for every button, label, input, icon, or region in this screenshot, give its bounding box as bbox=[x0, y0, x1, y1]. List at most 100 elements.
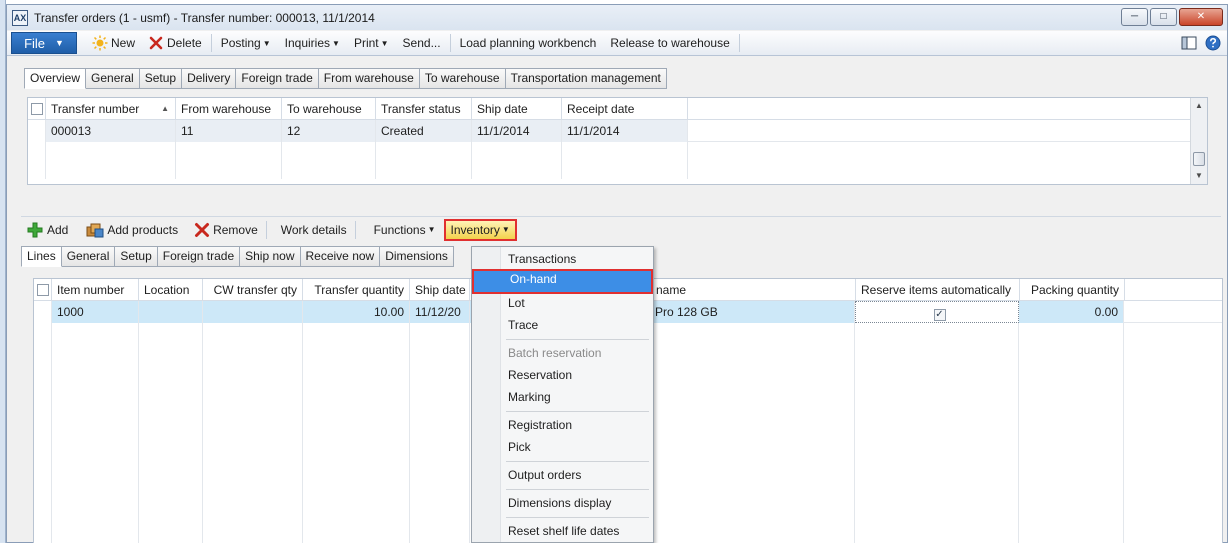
tab-delivery[interactable]: Delivery bbox=[182, 68, 237, 89]
tab-to-warehouse[interactable]: To warehouse bbox=[419, 68, 506, 89]
col-ship-date[interactable]: Ship date bbox=[410, 279, 470, 301]
cell-cw-transfer-qty[interactable] bbox=[203, 301, 303, 323]
menu-item-reset-shelf-life-dates[interactable]: Reset shelf life dates bbox=[502, 521, 652, 542]
cell-to-warehouse[interactable]: 12 bbox=[282, 120, 376, 142]
row-selector[interactable] bbox=[34, 301, 52, 323]
delete-button[interactable]: Delete bbox=[142, 32, 209, 54]
col-product-name[interactable]: name bbox=[647, 279, 856, 301]
col-packing-quantity[interactable]: Packing quantity bbox=[1020, 279, 1125, 301]
work-details-button[interactable]: Work details bbox=[275, 219, 353, 241]
table-row[interactable]: 000013 11 12 Created 11/1/2014 11/1/2014 bbox=[28, 120, 1207, 142]
header-grid-scrollbar[interactable]: ▲ ▼ bbox=[1190, 98, 1207, 184]
help-icon[interactable] bbox=[1205, 35, 1221, 51]
red-x-icon bbox=[149, 36, 163, 50]
add-line-button[interactable]: Add bbox=[21, 219, 74, 241]
menu-item-dimensions-display[interactable]: Dimensions display bbox=[502, 493, 652, 514]
tab-lines[interactable]: Lines bbox=[21, 246, 62, 267]
select-all-lines-checkbox[interactable] bbox=[34, 279, 52, 301]
tab-dimensions[interactable]: Dimensions bbox=[380, 246, 454, 267]
col-item-number[interactable]: Item number bbox=[52, 279, 139, 301]
col-transfer-number[interactable]: Transfer number ▲ bbox=[46, 98, 176, 120]
posting-menu[interactable]: Posting ▼ bbox=[214, 32, 278, 54]
send-button[interactable]: Send... bbox=[396, 32, 448, 54]
tab-transportation-management[interactable]: Transportation management bbox=[505, 68, 667, 89]
file-menu-button[interactable]: File ▼ bbox=[11, 32, 77, 54]
select-all-checkbox[interactable] bbox=[28, 98, 46, 120]
add-products-button[interactable]: Add products bbox=[80, 219, 184, 241]
cell-receipt-date[interactable]: 11/1/2014 bbox=[562, 120, 688, 142]
col-receipt-date[interactable]: Receipt date bbox=[562, 98, 688, 120]
cell-packing-quantity[interactable]: 0.00 bbox=[1019, 301, 1124, 323]
sun-star-icon bbox=[92, 35, 108, 51]
cell-transfer-number[interactable]: 000013 bbox=[46, 120, 176, 142]
col-ship-date[interactable]: Ship date bbox=[472, 98, 562, 120]
inventory-menu-button[interactable]: Inventory ▼ bbox=[443, 218, 517, 241]
separator bbox=[449, 34, 451, 52]
col-location[interactable]: Location bbox=[139, 279, 203, 301]
inquiries-menu[interactable]: Inquiries ▼ bbox=[278, 32, 347, 54]
menu-item-transactions[interactable]: Transactions bbox=[502, 249, 652, 270]
col-to-warehouse[interactable]: To warehouse bbox=[282, 98, 376, 120]
tab-foreign-trade[interactable]: Foreign trade bbox=[236, 68, 319, 89]
tab-ship-now[interactable]: Ship now bbox=[240, 246, 301, 267]
lines-toolbar: Add Add products Remove Work details Fun… bbox=[21, 216, 1221, 242]
menu-item-pick[interactable]: Pick bbox=[502, 437, 652, 458]
col-cw-transfer-qty[interactable]: CW transfer qty bbox=[203, 279, 303, 301]
remove-line-button[interactable]: Remove bbox=[188, 219, 264, 241]
cell-ship-date[interactable]: 11/12/20 bbox=[410, 301, 470, 323]
tab-setup[interactable]: Setup bbox=[139, 68, 183, 89]
maximize-button[interactable]: □ bbox=[1150, 8, 1177, 26]
menu-item-marking[interactable]: Marking bbox=[502, 387, 652, 408]
menu-item-on-hand[interactable]: On-hand bbox=[472, 269, 653, 294]
menu-separator bbox=[506, 489, 649, 490]
cell-from-warehouse[interactable]: 11 bbox=[176, 120, 282, 142]
tab-lines-foreign-trade[interactable]: Foreign trade bbox=[157, 246, 241, 267]
col-transfer-quantity[interactable]: Transfer quantity bbox=[303, 279, 410, 301]
tab-overview[interactable]: Overview bbox=[24, 68, 87, 89]
menu-item-lot[interactable]: Lot bbox=[502, 293, 652, 314]
cell-location[interactable] bbox=[139, 301, 203, 323]
new-label: New bbox=[111, 36, 136, 50]
transfer-orders-window: AX Transfer orders (1 - usmf) - Transfer… bbox=[6, 4, 1228, 543]
col-transfer-status[interactable]: Transfer status bbox=[376, 98, 472, 120]
tab-receive-now[interactable]: Receive now bbox=[300, 246, 381, 267]
menu-item-output-orders[interactable]: Output orders bbox=[502, 465, 652, 486]
tab-lines-general[interactable]: General bbox=[61, 246, 116, 267]
new-button[interactable]: New bbox=[85, 32, 142, 54]
cell-reserve-items-automatically[interactable]: ✓ bbox=[855, 301, 1019, 323]
cell-ship-date[interactable]: 11/1/2014 bbox=[472, 120, 562, 142]
scroll-thumb[interactable] bbox=[1193, 152, 1205, 166]
menu-item-registration[interactable]: Registration bbox=[502, 415, 652, 436]
reserve-checkbox[interactable]: ✓ bbox=[933, 309, 946, 321]
work-details-label: Work details bbox=[280, 222, 347, 237]
window-title: Transfer orders (1 - usmf) - Transfer nu… bbox=[34, 10, 375, 25]
functions-menu[interactable]: Functions ▼ bbox=[368, 219, 442, 241]
close-button[interactable]: ✕ bbox=[1179, 8, 1223, 26]
products-icon bbox=[86, 223, 104, 237]
inquiries-label: Inquiries bbox=[284, 36, 331, 50]
cell-product-name[interactable]: Pro 128 GB bbox=[646, 301, 855, 323]
print-menu[interactable]: Print ▼ bbox=[347, 32, 396, 54]
layout-icon[interactable] bbox=[1181, 35, 1197, 51]
tab-general[interactable]: General bbox=[86, 68, 140, 89]
scroll-down-arrow[interactable]: ▼ bbox=[1191, 168, 1207, 184]
add-products-label: Add products bbox=[107, 222, 179, 237]
col-from-warehouse[interactable]: From warehouse bbox=[176, 98, 282, 120]
menu-item-trace[interactable]: Trace bbox=[502, 315, 652, 336]
caret-down-icon: ▼ bbox=[380, 38, 389, 48]
tab-lines-setup[interactable]: Setup bbox=[115, 246, 158, 267]
load-planning-workbench-button[interactable]: Load planning workbench bbox=[453, 32, 604, 54]
minimize-button[interactable]: ─ bbox=[1121, 8, 1148, 26]
row-selector[interactable] bbox=[28, 120, 46, 142]
release-to-warehouse-button[interactable]: Release to warehouse bbox=[603, 32, 736, 54]
inventory-label: Inventory bbox=[450, 222, 500, 237]
cell-transfer-status[interactable]: Created bbox=[376, 120, 472, 142]
cell-transfer-quantity[interactable]: 10.00 bbox=[303, 301, 410, 323]
remove-label: Remove bbox=[213, 222, 258, 237]
menu-item-reservation[interactable]: Reservation bbox=[502, 365, 652, 386]
col-reserve-items-automatically[interactable]: Reserve items automatically bbox=[856, 279, 1020, 301]
scroll-up-arrow[interactable]: ▲ bbox=[1191, 98, 1207, 114]
cell-item-number[interactable]: 1000 bbox=[52, 301, 139, 323]
tab-from-warehouse[interactable]: From warehouse bbox=[318, 68, 420, 89]
separator bbox=[265, 220, 267, 239]
